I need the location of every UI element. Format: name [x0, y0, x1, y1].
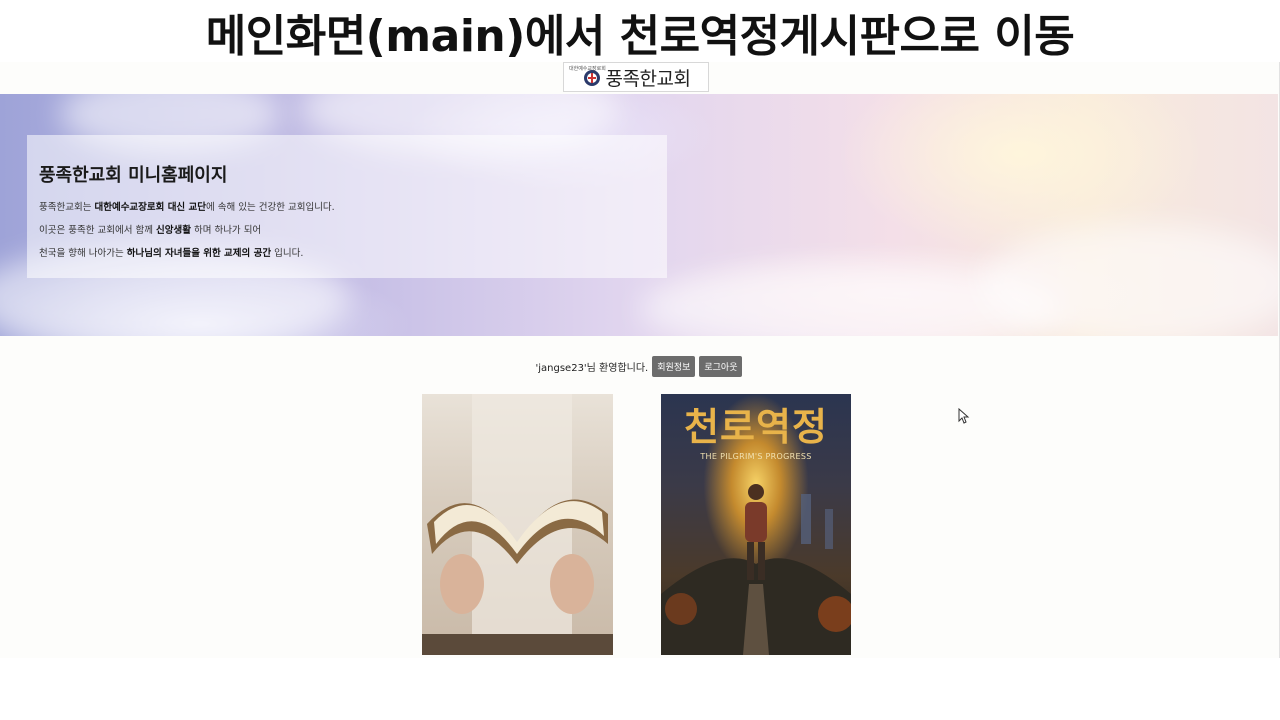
intro-text: 입니다.	[271, 248, 304, 259]
logout-button[interactable]: 로그아웃	[699, 356, 743, 377]
intro-text: 하며 하나가 되어	[190, 225, 262, 236]
intro-text: 천국을 향해 나아가는	[39, 248, 127, 259]
welcome-bar: 'jangse23'님 환영합니다. 회원정보 로그아웃	[0, 356, 1278, 377]
mouse-cursor-icon	[958, 408, 970, 424]
welcome-text: 'jangse23'님 환영합니다.	[535, 363, 649, 374]
member-info-button[interactable]: 회원정보	[652, 356, 696, 377]
browser-page: 대한예수교장로회 풍족한교회 풍족한교회 미니홈페이지 풍족한교회는 대한예수교…	[0, 62, 1280, 658]
intro-text: 이곳은 풍족한 교회에서 함께	[39, 225, 156, 236]
intro-emphasis: 신앙생활	[155, 225, 191, 236]
intro-panel: 풍족한교회 미니홈페이지 풍족한교회는 대한예수교장로회 대신 교단에 속해 있…	[27, 135, 667, 278]
intro-line-2: 이곳은 풍족한 교회에서 함께 신앙생활 하며 하나가 되어	[39, 222, 261, 236]
bible-image	[422, 394, 613, 655]
intro-line-1: 풍족한교회는 대한예수교장로회 대신 교단에 속해 있는 건강한 교회입니다.	[39, 199, 335, 213]
logo-text: 풍족한교회	[605, 67, 691, 90]
hero-title: 풍족한교회 미니홈페이지	[39, 165, 228, 186]
slide-title: 메인화면(main)에서 천로역정게시판으로 이동	[205, 11, 1075, 62]
intro-emphasis: 대한예수교장로회 대신 교단	[94, 202, 206, 213]
intro-text: 에 속해 있는 건강한 교회입니다.	[205, 202, 335, 213]
intro-emphasis: 하나님의 자녀들을 위한 교제의 공간	[126, 248, 272, 259]
cloud-decoration	[980, 224, 1278, 336]
intro-text: 풍족한교회는	[39, 202, 95, 213]
pilgrim-board-card[interactable]: 천로역정 THE PILGRIM'S PROGRESS	[661, 394, 851, 655]
pilgrim-illustration	[661, 484, 851, 655]
intro-line-3: 천국을 향해 나아가는 하나님의 자녀들을 위한 교제의 공간 입니다.	[39, 245, 303, 259]
church-logo[interactable]: 대한예수교장로회 풍족한교회	[563, 62, 709, 92]
hero-banner: 풍족한교회 미니홈페이지 풍족한교회는 대한예수교장로회 대신 교단에 속해 있…	[0, 94, 1278, 336]
bible-board-card[interactable]	[422, 394, 613, 655]
logo-small-text: 대한예수교장로회	[569, 66, 606, 72]
